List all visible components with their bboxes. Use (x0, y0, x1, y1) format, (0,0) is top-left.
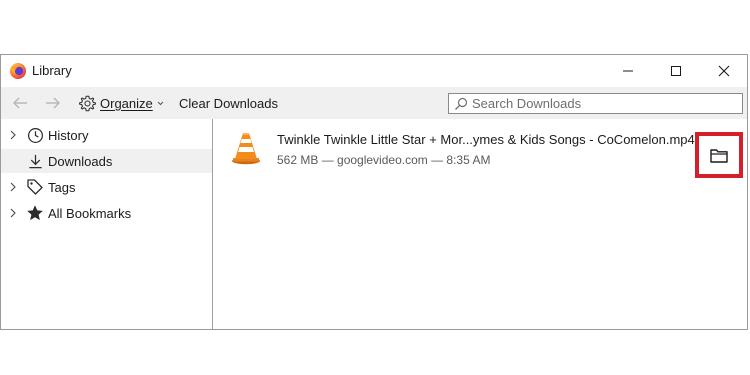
sidebar: History Downloads Tags All Bookmarks (1, 119, 213, 329)
chevron-down-icon (157, 101, 164, 105)
search-icon (455, 97, 468, 110)
window-title: Library (32, 63, 72, 78)
chevron-right-icon[interactable] (9, 130, 17, 140)
library-window: Library Organize Clear Downloads Search … (0, 54, 748, 330)
sidebar-item-label: History (48, 127, 89, 143)
minimize-button[interactable] (605, 55, 651, 87)
maximize-icon (671, 66, 681, 76)
close-icon (718, 65, 730, 77)
sidebar-item-label: Tags (48, 179, 76, 195)
search-box (448, 93, 743, 114)
gear-icon (79, 95, 96, 111)
vlc-icon (232, 133, 260, 165)
organize-button[interactable]: Organize (79, 93, 164, 113)
forward-button[interactable] (43, 94, 63, 112)
download-icon (26, 152, 44, 170)
sidebar-item-downloads[interactable]: Downloads (1, 149, 212, 173)
minimize-icon (623, 70, 633, 72)
arrow-left-icon (13, 97, 27, 109)
downloads-list: Twinkle Twinkle Little Star + Mor...ymes… (214, 119, 747, 329)
star-icon (26, 204, 44, 222)
close-button[interactable] (701, 55, 747, 87)
sidebar-item-label: All Bookmarks (48, 205, 132, 221)
show-in-folder-button[interactable] (695, 132, 743, 178)
download-item[interactable]: Twinkle Twinkle Little Star + Mor...ymes… (214, 119, 747, 179)
search-input[interactable] (472, 96, 732, 111)
toolbar: Organize Clear Downloads (1, 87, 747, 119)
chevron-right-icon[interactable] (9, 182, 17, 192)
back-button[interactable] (10, 94, 30, 112)
clear-downloads-button[interactable]: Clear Downloads (179, 93, 278, 113)
clock-icon (26, 126, 44, 144)
maximize-button[interactable] (653, 55, 699, 87)
sidebar-item-label: Downloads (48, 153, 113, 169)
arrow-right-icon (46, 97, 60, 109)
chevron-right-icon[interactable] (9, 208, 17, 218)
title-bar: Library (1, 55, 747, 87)
sidebar-item-all-bookmarks[interactable]: All Bookmarks (1, 201, 213, 225)
sidebar-item-history[interactable]: History (1, 123, 213, 147)
sidebar-item-tags[interactable]: Tags (1, 175, 213, 199)
organize-label: Organize (100, 95, 153, 111)
tag-icon (26, 178, 44, 196)
folder-icon (710, 148, 728, 163)
download-file-name: Twinkle Twinkle Little Star + Mor...ymes… (277, 132, 695, 147)
firefox-icon (10, 63, 26, 79)
download-status: 562 MB — googlevideo.com — 8:35 AM (277, 153, 491, 167)
